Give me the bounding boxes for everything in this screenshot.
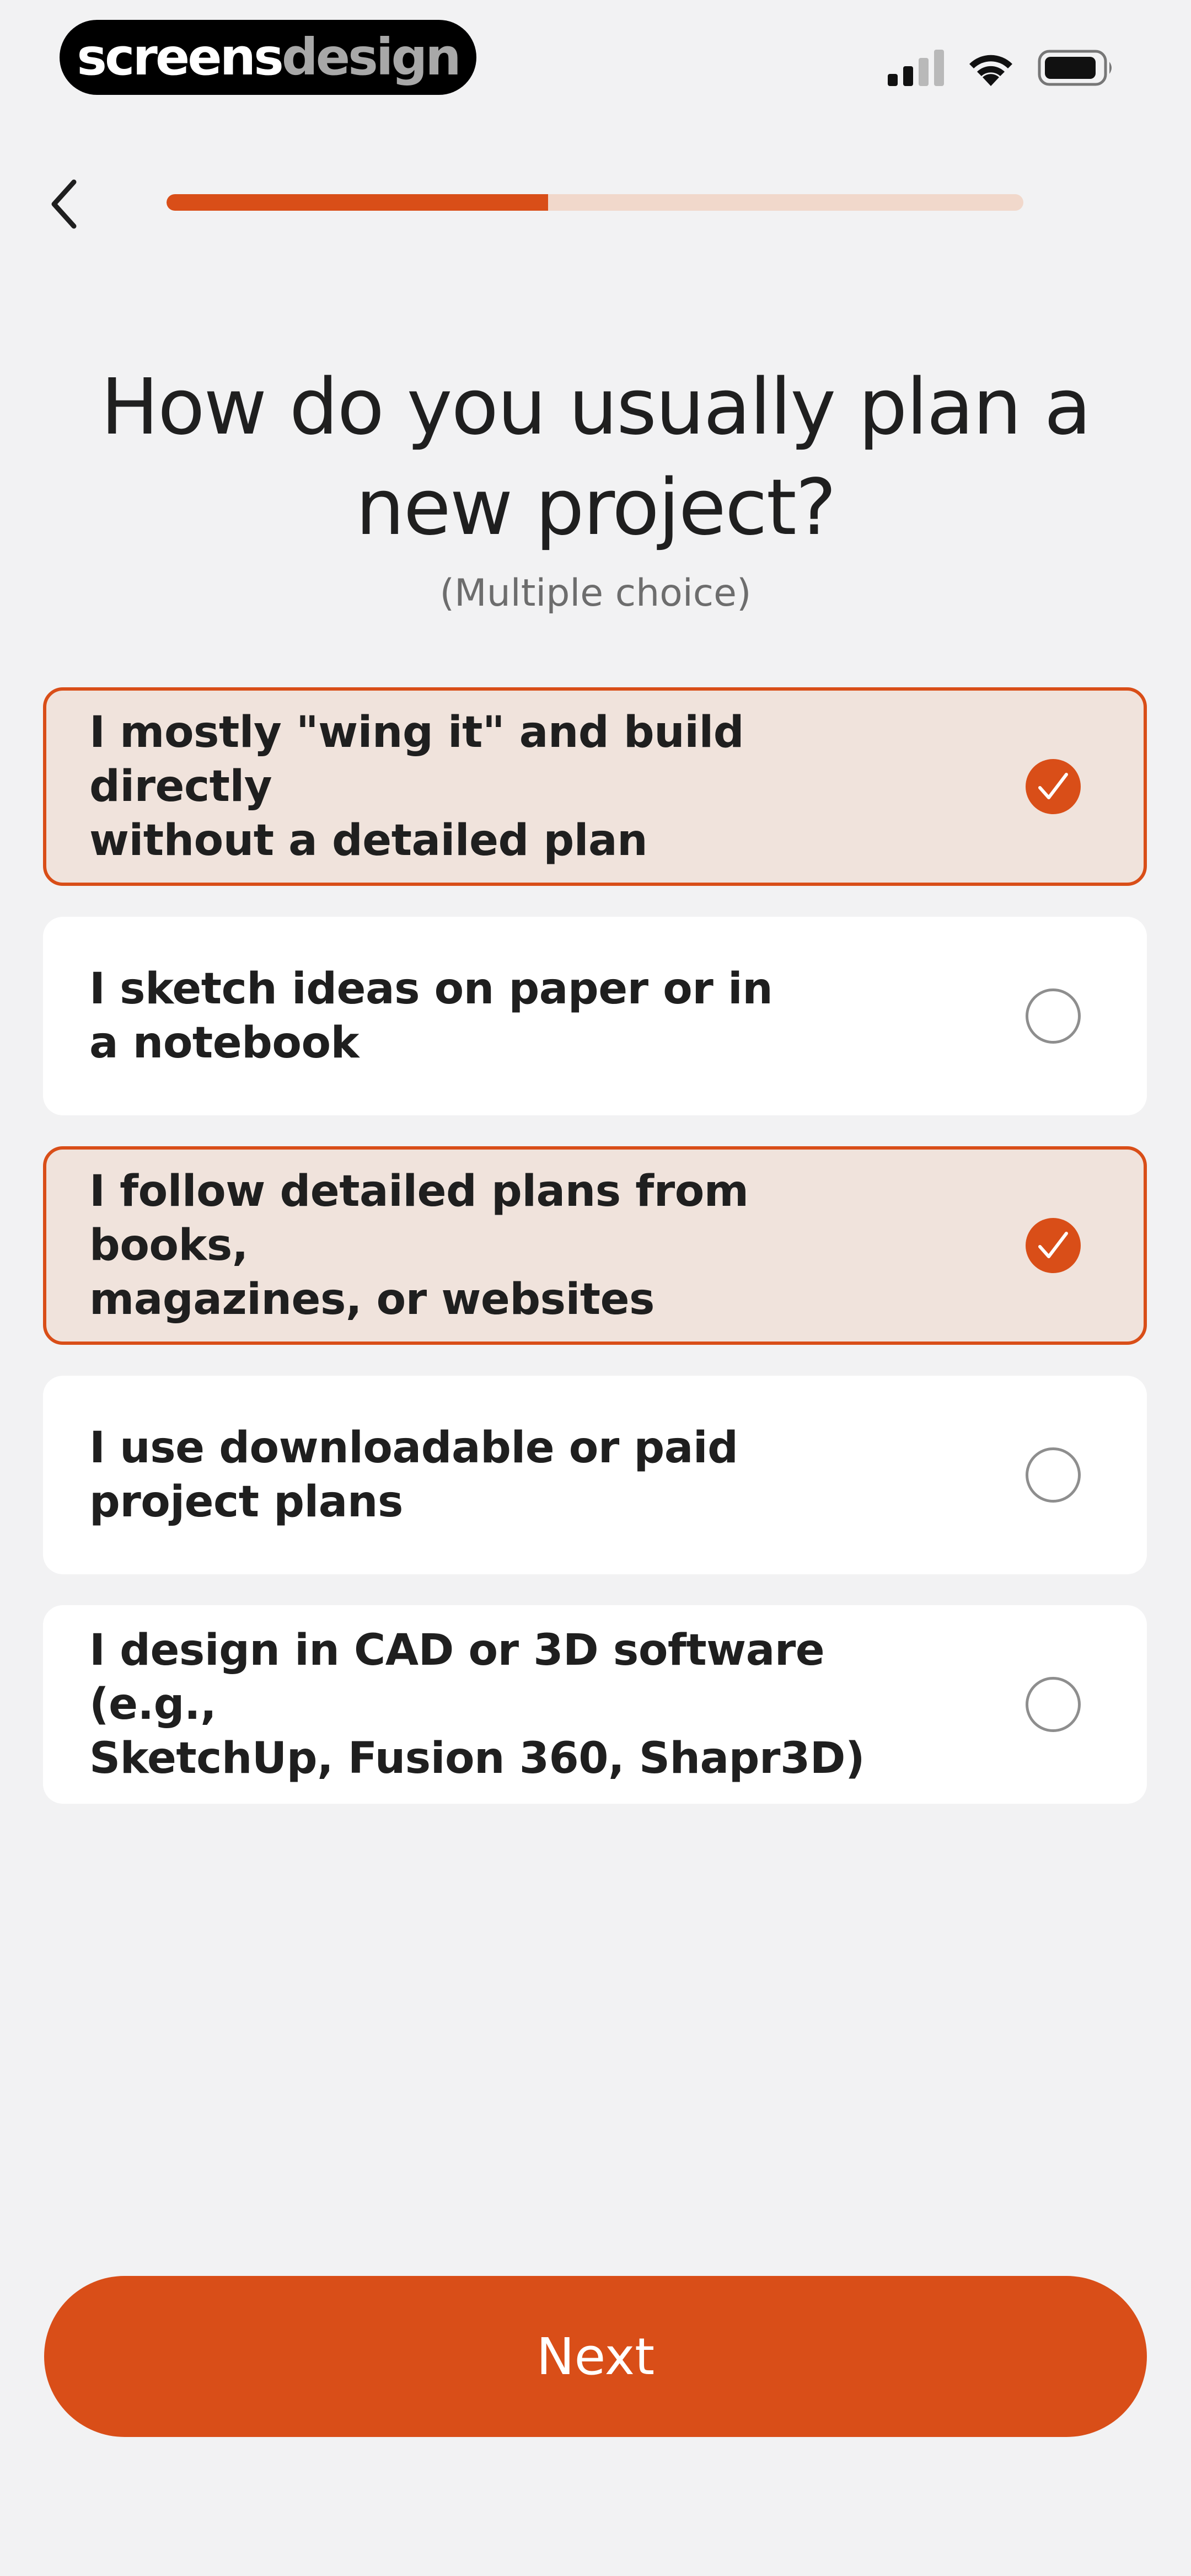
option-card-sketch[interactable]: I sketch ideas on paper or in a notebook [43,917,1147,1115]
page-subtitle: (Multiple choice) [439,571,752,615]
progress-bar-fill [167,194,548,211]
checkbox-icon[interactable] [1026,1677,1081,1732]
option-label-line1: I sketch ideas on paper or in [89,964,773,1014]
checkbox-icon[interactable] [1026,1447,1081,1503]
page-title-line2: new project? [355,463,836,553]
option-label: I use downloadable or paid project plans [89,1421,905,1529]
checkbox-icon[interactable] [1026,988,1081,1044]
options-list: I mostly "wing it" and build directly wi… [43,687,1147,1835]
onboarding-screen: screens design How do you usually plan a … [0,0,1191,2576]
page-title-line1: How do you usually plan a [100,362,1092,452]
brand-logo: screens design [60,20,476,95]
option-card-detailed-plans[interactable]: I follow detailed plans from books, maga… [43,1146,1147,1345]
option-label-line1: I follow detailed plans from books, [89,1167,749,1270]
next-button[interactable]: Next [44,2276,1147,2437]
option-label-line1: I mostly "wing it" and build directly [89,708,744,811]
status-bar [888,43,1115,93]
battery-icon [1038,50,1112,86]
checkmark-icon[interactable] [1026,759,1081,814]
option-card-paid-plans[interactable]: I use downloadable or paid project plans [43,1376,1147,1574]
checkmark-icon[interactable] [1026,1218,1081,1273]
option-card-wing-it[interactable]: I mostly "wing it" and build directly wi… [43,687,1147,886]
option-label-line1: I design in CAD or 3D software (e.g., [89,1626,825,1729]
option-label: I follow detailed plans from books, maga… [89,1164,905,1327]
chevron-left-icon [51,179,77,229]
option-label: I sketch ideas on paper or in a notebook [89,962,905,1070]
option-card-cad[interactable]: I design in CAD or 3D software (e.g., Sk… [43,1605,1147,1804]
option-label-line2: SketchUp, Fusion 360, Shapr3D) [89,1734,865,1783]
option-label-line2: magazines, or websites [89,1275,654,1324]
page-title: How do you usually plan a new project? [99,357,1092,558]
back-button[interactable] [42,171,86,237]
option-label-line1: I use downloadable or paid [89,1423,738,1473]
option-label: I design in CAD or 3D software (e.g., Sk… [89,1623,905,1786]
option-label: I mostly "wing it" and build directly wi… [89,706,905,868]
wifi-icon [969,55,1012,86]
progress-bar [167,194,1023,211]
option-label-line2: project plans [89,1477,403,1527]
option-label-line2: a notebook [89,1018,359,1068]
brand-logo-part2: design [281,28,462,87]
option-label-line2: without a detailed plan [89,816,648,865]
brand-logo-part1: screens [77,28,284,87]
cellular-signal-icon [888,50,944,86]
